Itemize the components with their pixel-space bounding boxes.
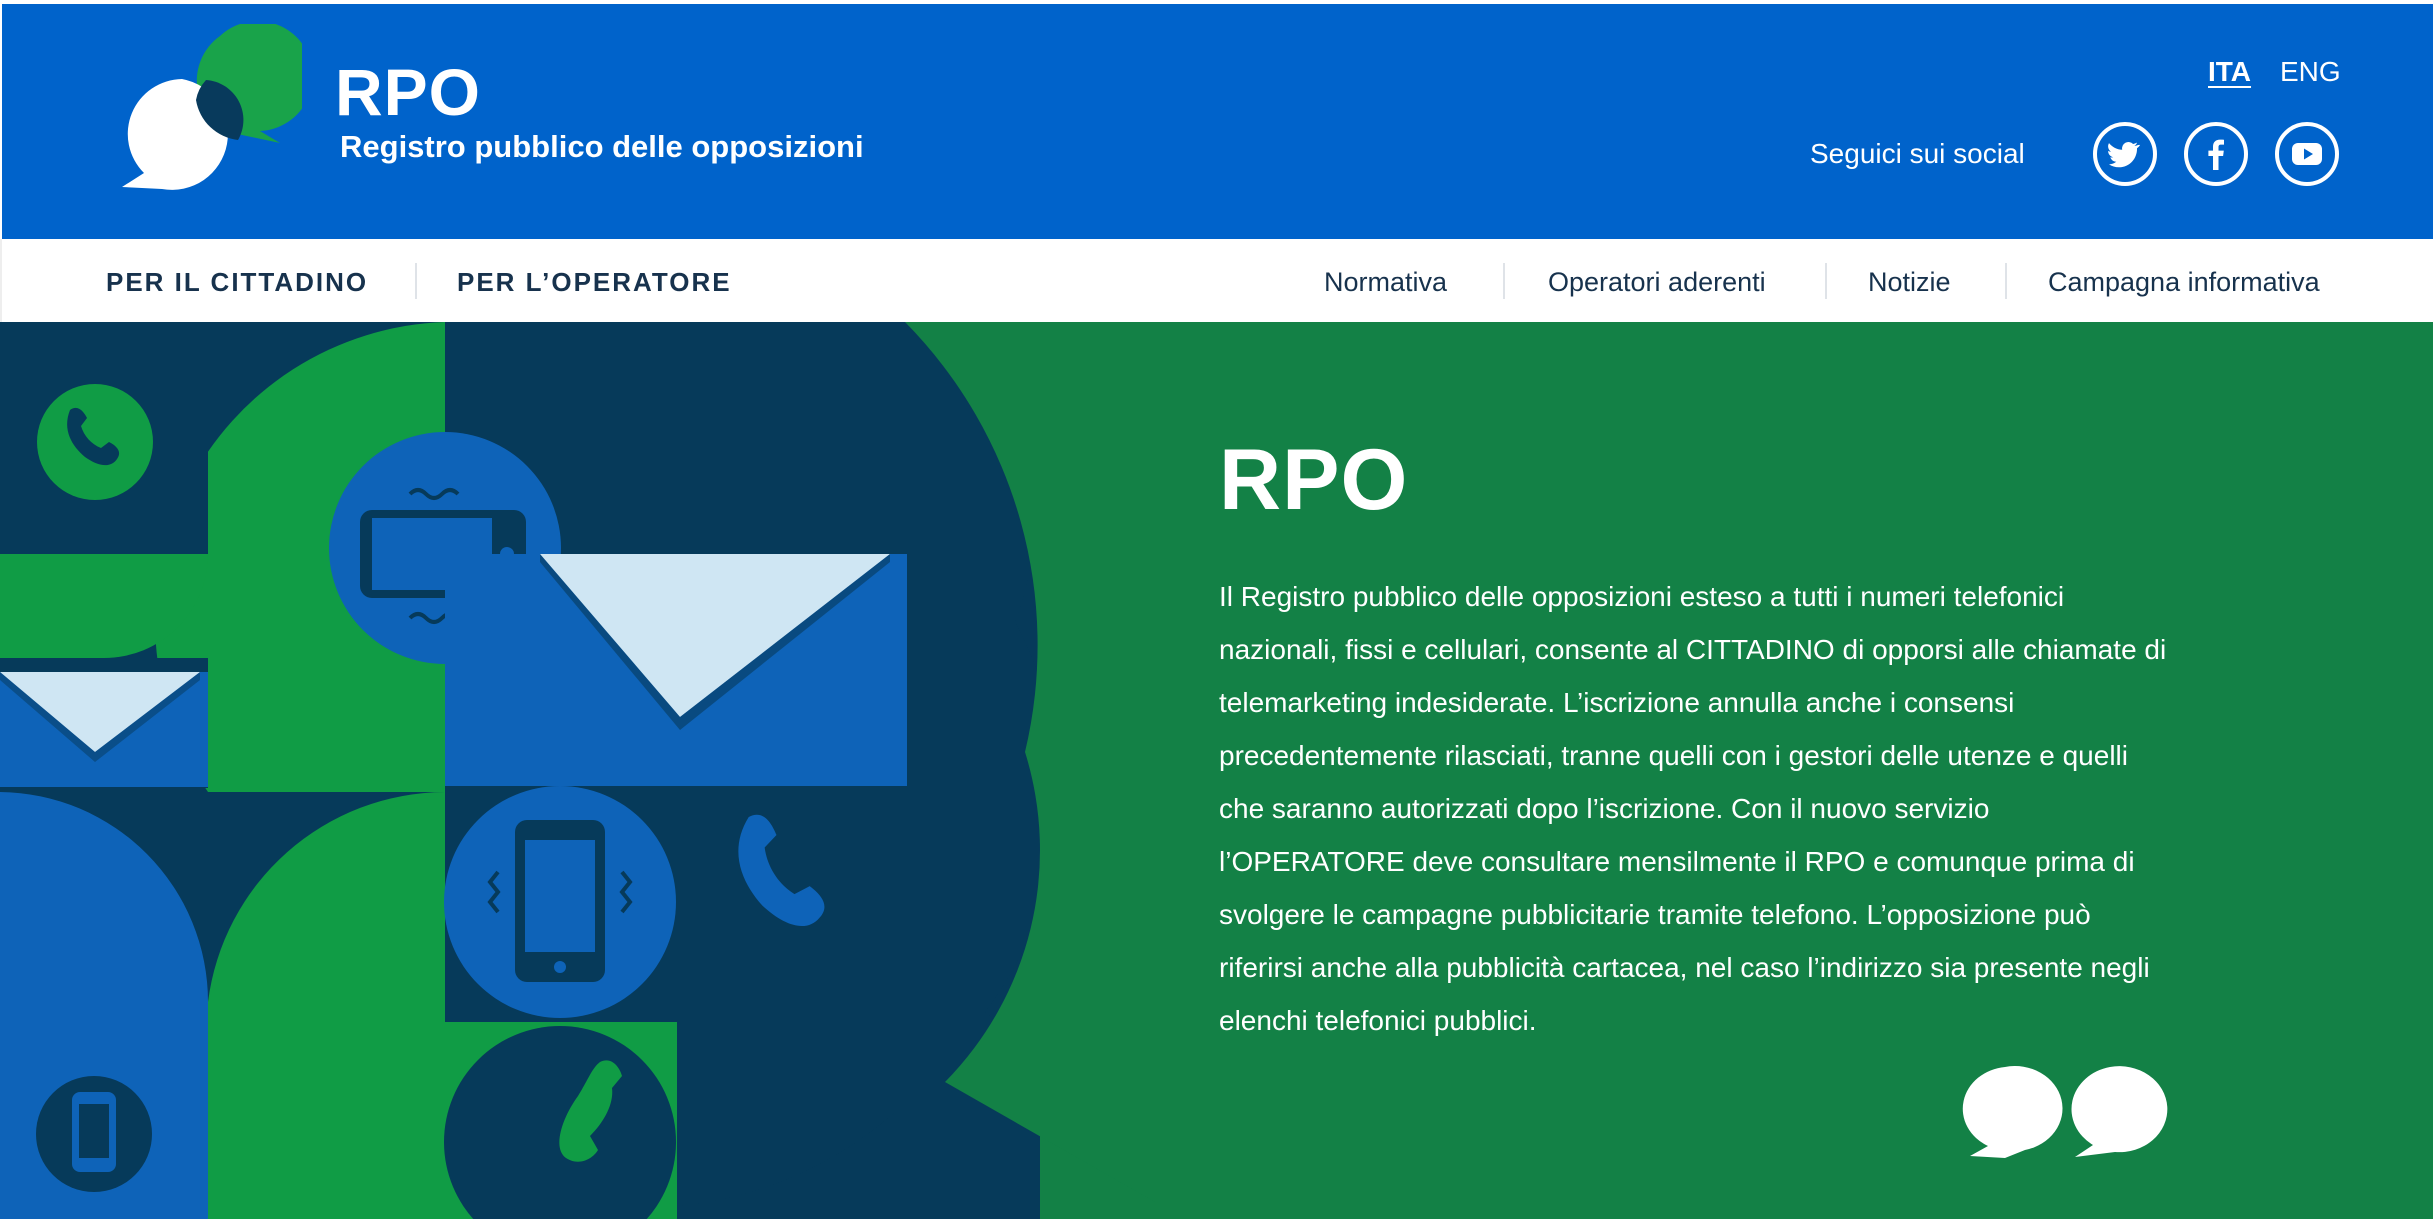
nav-divider [415, 263, 417, 299]
twitter-icon[interactable] [2093, 122, 2157, 186]
rpo-logo-icon[interactable] [102, 24, 302, 204]
nav-per-il-cittadino[interactable]: PER IL CITTADINO [106, 265, 368, 299]
phone-circle-icon [37, 384, 153, 500]
main-navigation: PER IL CITTADINO PER L’OPERATORE Normati… [0, 239, 2433, 322]
nav-operatori-aderenti[interactable]: Operatori aderenti [1548, 265, 1766, 299]
nav-divider [2005, 263, 2007, 299]
social-label: Seguici sui social [1810, 138, 2025, 169]
brand-subtitle: Registro pubblico delle opposizioni [340, 129, 864, 164]
nav-normativa[interactable]: Normativa [1324, 265, 1447, 299]
hero-title: RPO [1219, 432, 1409, 528]
nav-divider [1503, 263, 1505, 299]
hero-section: RPO Il Registro pubblico delle opposizio… [0, 322, 2433, 1219]
brand-title[interactable]: RPO [335, 52, 481, 132]
nav-divider [1825, 263, 1827, 299]
site-header: RPO Registro pubblico delle opposizioni … [0, 0, 2433, 239]
speech-bubbles-icon [1962, 1066, 2168, 1158]
nav-campagna-informativa[interactable]: Campagna informativa [2048, 265, 2320, 299]
hero-description: Il Registro pubblico delle opposizioni e… [1219, 581, 2167, 1036]
language-eng-link[interactable]: ENG [2280, 54, 2341, 90]
hero-illustration [0, 322, 1160, 1219]
nav-per-l-operatore[interactable]: PER L’OPERATORE [457, 265, 732, 299]
youtube-icon[interactable] [2275, 122, 2339, 186]
facebook-icon[interactable] [2184, 122, 2248, 186]
nav-notizie[interactable]: Notizie [1868, 265, 1951, 299]
language-ita-link[interactable]: ITA [2208, 54, 2251, 90]
